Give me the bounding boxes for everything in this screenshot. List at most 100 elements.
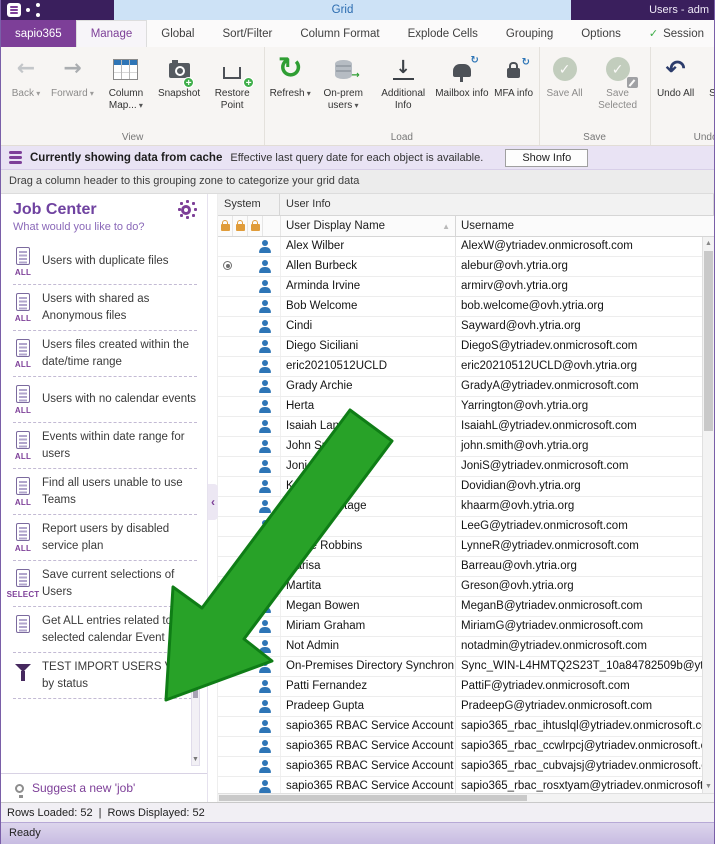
job-item[interactable]: ALLUsers files created within the date/t…	[13, 331, 197, 377]
table-row[interactable]: Pradeep GuptaPradeepG@ytriadev.onmicroso…	[218, 697, 702, 717]
display-name-cell[interactable]: Martita	[280, 577, 456, 596]
save-all-button[interactable]: Save All	[542, 50, 588, 102]
display-name-cell[interactable]: Megan Bowen	[280, 597, 456, 616]
table-row[interactable]: John Smithjohn.smith@ovh.ytria.org	[218, 437, 702, 457]
tab-manage[interactable]: Manage	[76, 20, 148, 47]
table-row[interactable]: HertaYarrington@ovh.ytria.org	[218, 397, 702, 417]
grid-scrollbar-thumb[interactable]	[704, 251, 713, 431]
panel-splitter[interactable]: ‹	[208, 194, 218, 802]
column-header-display-name[interactable]: User Display Name ▲	[280, 216, 456, 236]
display-name-cell[interactable]: Khalid Armitage	[280, 497, 456, 516]
username-cell[interactable]: bob.welcome@ovh.ytria.org	[456, 297, 702, 316]
display-name-cell[interactable]: Miriam Graham	[280, 617, 456, 636]
username-cell[interactable]: Barreau@ovh.ytria.org	[456, 557, 702, 576]
table-row[interactable]: Miriam GrahamMiriamG@ytriadev.onmicrosof…	[218, 617, 702, 637]
display-name-cell[interactable]: Isaiah Langer	[280, 417, 456, 436]
tab-sapio365[interactable]: sapio365	[1, 20, 76, 47]
table-row[interactable]: Lee GuLeeG@ytriadev.onmicrosoft.com	[218, 517, 702, 537]
username-cell[interactable]: LynneR@ytriadev.onmicrosoft.com	[456, 537, 702, 556]
column-header-username[interactable]: Username	[456, 216, 714, 236]
lock-column-2[interactable]	[233, 216, 248, 236]
display-name-cell[interactable]: Lee Gu	[280, 517, 456, 536]
table-row[interactable]: Isaiah LangerIsaiahL@ytriadev.onmicrosof…	[218, 417, 702, 437]
save-selected-button[interactable]: Save Selected	[588, 50, 648, 114]
job-item[interactable]: Get ALL entries related to the selected …	[13, 607, 197, 653]
job-scrollbar-down-icon[interactable]: ▼	[192, 755, 199, 765]
username-cell[interactable]: PradeepG@ytriadev.onmicrosoft.com	[456, 697, 702, 716]
username-cell[interactable]: Greson@ovh.ytria.org	[456, 577, 702, 596]
table-row[interactable]: Arminda Irvinearmirv@ovh.ytria.org	[218, 277, 702, 297]
display-name-cell[interactable]: Kari	[280, 477, 456, 496]
display-name-cell[interactable]: Allen Burbeck	[280, 257, 456, 276]
show-info-button[interactable]: Show Info	[505, 149, 588, 167]
table-row[interactable]: Khalid Armitagekhaarm@ovh.ytria.org	[218, 497, 702, 517]
display-name-cell[interactable]: Patti Fernandez	[280, 677, 456, 696]
display-name-cell[interactable]: Alex Wilber	[280, 237, 456, 256]
table-row[interactable]: eric20210512UCLDeric20210512UCLD@ovh.ytr…	[218, 357, 702, 377]
username-cell[interactable]: Sayward@ovh.ytria.org	[456, 317, 702, 336]
grouping-zone[interactable]: Drag a column header to this grouping zo…	[1, 170, 714, 194]
job-item[interactable]: ALLUsers with no calendar events	[13, 377, 197, 423]
table-row[interactable]: sapio365 RBAC Service Accountsapio365_rb…	[218, 737, 702, 757]
selected-rows-button[interactable]: ↶Selected Rows	[699, 50, 714, 114]
gear-icon[interactable]	[181, 205, 191, 215]
display-name-cell[interactable]: Arminda Irvine	[280, 277, 456, 296]
tab-global[interactable]: Global	[147, 20, 208, 47]
display-name-cell[interactable]: John Smith	[280, 437, 456, 456]
username-cell[interactable]: GradyA@ytriadev.onmicrosoft.com	[456, 377, 702, 396]
display-name-cell[interactable]: Bob Welcome	[280, 297, 456, 316]
table-row[interactable]: MartitaGreson@ovh.ytria.org	[218, 577, 702, 597]
table-row[interactable]: Patti FernandezPattiF@ytriadev.onmicroso…	[218, 677, 702, 697]
table-row[interactable]: Joni ShermanJoniS@ytriadev.onmicrosoft.c…	[218, 457, 702, 477]
username-cell[interactable]: PattiF@ytriadev.onmicrosoft.com	[456, 677, 702, 696]
username-cell[interactable]: armirv@ovh.ytria.org	[456, 277, 702, 296]
table-row[interactable]: Bob Welcomebob.welcome@ovh.ytria.org	[218, 297, 702, 317]
undo-all-button[interactable]: ↶Undo All	[653, 50, 699, 102]
table-row[interactable]: Megan BowenMeganB@ytriadev.onmicrosoft.c…	[218, 597, 702, 617]
job-item[interactable]: ALLUsers with shared as Anonymous files	[13, 285, 197, 331]
job-list-scrollbar[interactable]: ▼	[191, 646, 200, 766]
username-cell[interactable]: sapio365_rbac_rosxtyam@ytriadev.onmicros…	[456, 777, 702, 793]
refresh-button[interactable]: ↻Refresh ▾	[267, 50, 313, 102]
grid-hscrollbar-thumb[interactable]	[219, 795, 527, 801]
username-cell[interactable]: alebur@ovh.ytria.org	[456, 257, 702, 276]
additional-info-button[interactable]: ↓Additional Info	[373, 50, 433, 114]
username-cell[interactable]: Sync_WIN-L4HMTQ2S23T_10a84782509b@ytriad	[456, 657, 702, 676]
back-button[interactable]: ←Back ▾	[3, 50, 49, 102]
table-row[interactable]: sapio365 RBAC Service Accountsapio365_rb…	[218, 777, 702, 793]
job-item[interactable]: TEST IMPORT USERS View by status	[13, 653, 197, 699]
mailbox-info-button[interactable]: Mailbox info	[433, 50, 490, 102]
display-name-cell[interactable]: Not Admin	[280, 637, 456, 656]
grid-vertical-scrollbar[interactable]: ▲ ▼	[702, 237, 714, 793]
tab-grouping[interactable]: Grouping	[492, 20, 567, 47]
table-row[interactable]: MarisaBarreau@ovh.ytria.org	[218, 557, 702, 577]
job-item[interactable]: ALLReport users by disabled service plan	[13, 515, 197, 561]
display-name-cell[interactable]: Joni Sherman	[280, 457, 456, 476]
username-cell[interactable]: LeeG@ytriadev.onmicrosoft.com	[456, 517, 702, 536]
username-cell[interactable]: notadmin@ytriadev.onmicrosoft.com	[456, 637, 702, 656]
username-cell[interactable]: DiegoS@ytriadev.onmicrosoft.com	[456, 337, 702, 356]
username-cell[interactable]: sapio365_rbac_cubvajsj@ytriadev.onmicros…	[456, 757, 702, 776]
display-name-cell[interactable]: Lynne Robbins	[280, 537, 456, 556]
job-scrollbar-thumb[interactable]	[193, 650, 198, 698]
table-row[interactable]: Alex WilberAlexW@ytriadev.onmicrosoft.co…	[218, 237, 702, 257]
collapse-panel-chevron-icon[interactable]: ‹	[208, 484, 218, 520]
column-map-button[interactable]: Column Map... ▾	[96, 50, 156, 114]
table-row[interactable]: KariDovidian@ovh.ytria.org	[218, 477, 702, 497]
username-cell[interactable]: Yarrington@ovh.ytria.org	[456, 397, 702, 416]
tab-options[interactable]: Options	[567, 20, 635, 47]
username-cell[interactable]: JoniS@ytriadev.onmicrosoft.com	[456, 457, 702, 476]
username-cell[interactable]: eric20210512UCLD@ovh.ytria.org	[456, 357, 702, 376]
username-cell[interactable]: john.smith@ovh.ytria.org	[456, 437, 702, 456]
job-item[interactable]: ALLFind all users unable to use Teams	[13, 469, 197, 515]
mfa-info-button[interactable]: MFA info	[491, 50, 537, 102]
table-row[interactable]: On-Premises Directory SynchronSync_WIN-L…	[218, 657, 702, 677]
snapshot-button[interactable]: +Snapshot	[156, 50, 202, 102]
username-cell[interactable]: IsaiahL@ytriadev.onmicrosoft.com	[456, 417, 702, 436]
table-row[interactable]: Not Adminnotadmin@ytriadev.onmicrosoft.c…	[218, 637, 702, 657]
window-tab-grid[interactable]: Grid	[114, 0, 571, 20]
display-name-cell[interactable]: sapio365 RBAC Service Account	[280, 757, 456, 776]
scroll-down-icon[interactable]: ▼	[703, 780, 714, 793]
job-item[interactable]: ALLEvents within date range for users	[13, 423, 197, 469]
lock-column-1[interactable]	[218, 216, 233, 236]
